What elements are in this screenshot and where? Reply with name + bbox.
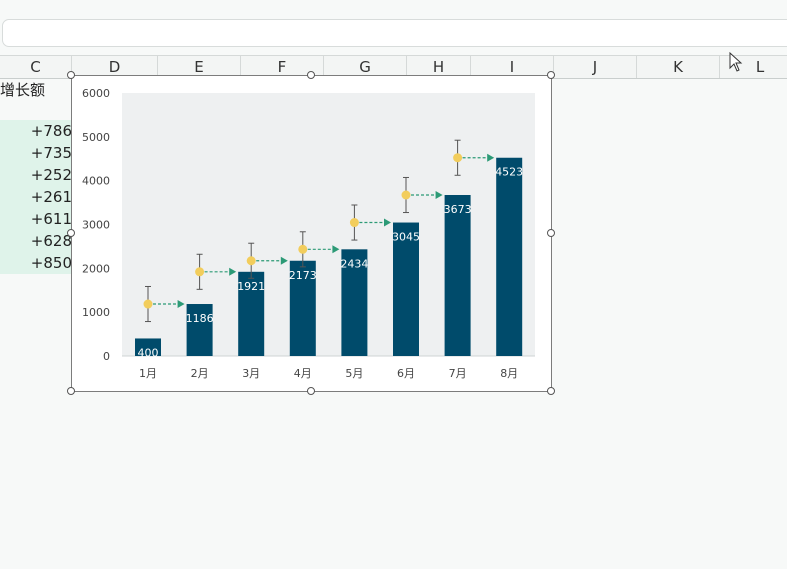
marker-point [143,299,153,309]
bar-data-label: 1186 [186,312,214,325]
growth-cell[interactable]: +850 [0,252,72,274]
marker-point [195,267,205,277]
y-tick-label: 2000 [82,262,110,275]
y-tick-label: 3000 [82,219,110,232]
bar-data-label: 2173 [289,269,317,282]
growth-cell[interactable]: +611 [0,208,72,230]
chart-resize-handle[interactable] [547,387,555,395]
bar [444,195,471,356]
x-tick-label: 7月 [449,367,467,380]
chart-resize-handle[interactable] [67,387,75,395]
column-header-j[interactable]: J [554,56,637,78]
x-tick-label: 3月 [242,367,260,380]
bar-data-label: 2434 [340,257,368,270]
column-header-k[interactable]: K [637,56,720,78]
x-tick-label: 8月 [500,367,518,380]
chart-object[interactable]: 0 1000 2000 3000 4000 5000 6000 1月 2月 3月 4月 5月 6月 7月 8… [67,71,555,395]
chart-resize-handle[interactable] [547,71,555,79]
bar-data-label: 3045 [392,231,420,244]
marker-point [401,190,411,200]
x-tick-label: 2月 [191,367,209,380]
chart-resize-handle[interactable] [67,229,75,237]
marker-point [246,256,256,266]
bar [496,157,523,356]
marker-point [298,244,308,254]
mouse-cursor-icon [729,52,743,72]
growth-cell[interactable]: +786 [0,120,72,142]
growth-cell[interactable]: +735 [0,142,72,164]
plot-area [122,93,535,356]
chart-resize-handle[interactable] [307,71,315,79]
y-tick-label: 1000 [82,306,110,319]
marker-point [453,153,463,163]
column-header-c[interactable]: C [0,56,72,78]
growth-column: +786 +735 +252 +261 +611 +628 +850 [0,120,72,274]
y-tick-label: 5000 [82,131,110,144]
y-tick-label: 0 [103,350,110,363]
formula-bar[interactable] [2,19,787,47]
growth-cell[interactable]: +252 [0,164,72,186]
growth-header-cell[interactable]: 增长额 [0,79,45,100]
bar-chart[interactable]: 0 1000 2000 3000 4000 5000 6000 1月 2月 3月 4月 5月 6月 7月 8… [72,76,553,393]
y-tick-label: 4000 [82,175,110,188]
chart-resize-handle[interactable] [307,387,315,395]
chart-resize-handle[interactable] [547,229,555,237]
growth-cell[interactable]: +628 [0,230,72,252]
bar-data-label: 400 [138,346,159,359]
x-tick-label: 4月 [294,367,312,380]
bar-data-label: 3673 [444,203,472,216]
chart-resize-handle[interactable] [67,71,75,79]
bar-data-label: 4523 [495,166,523,179]
x-tick-label: 1月 [139,367,157,380]
x-tick-label: 6月 [397,367,415,380]
y-tick-label: 6000 [82,87,110,100]
growth-cell[interactable]: +261 [0,186,72,208]
ribbon-strip [0,0,787,10]
x-tick-label: 5月 [345,367,363,380]
bar-data-label: 1921 [237,280,265,293]
marker-point [349,218,359,228]
